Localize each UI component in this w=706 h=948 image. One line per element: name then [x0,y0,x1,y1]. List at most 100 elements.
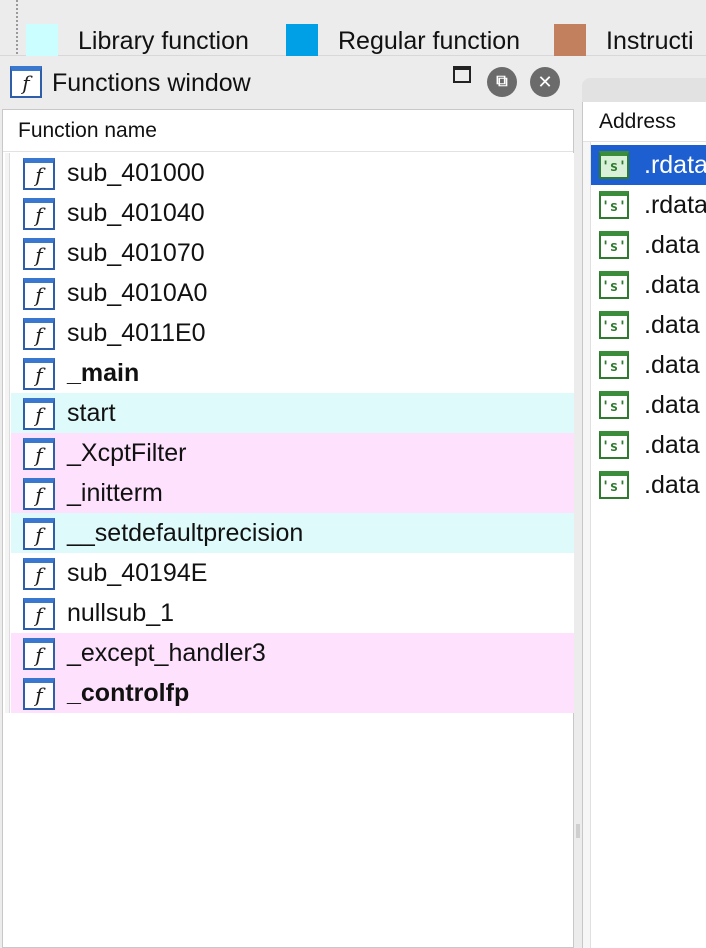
row-gutter [5,593,10,633]
function-row[interactable]: f nullsub_1 [11,593,575,633]
function-name: sub_4011E0 [67,319,206,347]
function-name: __setdefaultprecision [67,519,304,547]
close-icon: ✕ [537,71,553,92]
function-row[interactable]: f start [11,393,575,433]
address-header-label: Address [599,110,677,133]
instruction-label: Instructi [606,27,694,55]
string-row[interactable]: 's' .data [591,385,706,425]
string-icon: 's' [599,231,629,259]
row-gutter [5,353,10,393]
function-icon: f [23,198,55,230]
function-icon: f [23,238,55,270]
function-icon: f [23,158,55,190]
function-name: sub_40194E [67,559,208,587]
function-name: _controlfp [67,679,190,707]
string-row[interactable]: 's' .data [591,425,706,465]
function-row[interactable]: f _controlfp [11,673,575,713]
string-address: .data [644,271,700,299]
row-gutter [5,673,10,713]
functions-list[interactable]: Function name f sub_401000 f sub_401040 f sub… [2,109,575,948]
string-address: .data [644,431,700,459]
string-row[interactable]: 's' .data [591,225,706,265]
function-row[interactable]: f sub_40194E [11,553,575,593]
function-icon: f [23,438,55,470]
legend-bar: Library function Regular function Instru… [0,0,706,56]
row-gutter [5,313,10,353]
library-function-label: Library function [78,27,249,55]
function-name: sub_401070 [67,239,205,267]
row-gutter [5,553,10,593]
close-button[interactable]: ✕ [530,67,560,97]
address-column-header[interactable]: Address [583,102,706,142]
function-name: sub_401000 [67,159,205,187]
string-address: .data [644,231,700,259]
function-name: _main [67,359,140,387]
function-icon: f [23,478,55,510]
string-address: .data [644,311,700,339]
row-gutter [5,513,10,553]
string-icon: 's' [599,351,629,379]
function-icon: f [23,518,55,550]
string-icon: 's' [599,391,629,419]
function-icon: f [10,66,42,98]
function-name: nullsub_1 [67,599,175,627]
function-icon: f [23,558,55,590]
string-row[interactable]: 's' .rdata [591,185,706,225]
string-icon: 's' [599,431,629,459]
function-name-column-header[interactable]: Function name [3,110,573,152]
function-row[interactable]: f _except_handler3 [11,633,575,673]
function-name: _initterm [67,479,163,507]
string-row[interactable]: 's' .data [591,345,706,385]
string-address: .rdata [644,191,706,219]
string-row-selected[interactable]: 's' .rdata [591,145,706,185]
row-gutter [5,433,10,473]
function-row[interactable]: f __setdefaultprecision [11,513,575,553]
strings-gutter [583,142,591,948]
function-row[interactable]: f sub_401000 [11,153,575,193]
string-icon: 's' [599,271,629,299]
function-icon: f [23,678,55,710]
regular-function-label: Regular function [338,27,521,55]
string-address: .data [644,391,700,419]
row-gutter [5,273,10,313]
string-row[interactable]: 's' .data [591,265,706,305]
toolbar-grip[interactable] [16,0,18,56]
string-icon: 's' [599,471,629,499]
function-icon: f [23,598,55,630]
string-address: .rdata [644,151,706,179]
functions-window-title: Functions window [52,69,251,97]
string-icon: 's' [599,311,629,339]
row-gutter [5,633,10,673]
function-icon: f [23,358,55,390]
pane-splitter[interactable] [574,56,582,948]
restore-button[interactable]: ⧉ [487,67,517,97]
string-address: .data [644,351,700,379]
string-icon: 's' [599,191,629,219]
string-row[interactable]: 's' .data [591,305,706,345]
string-row[interactable]: 's' .data [591,465,706,505]
function-icon: f [23,318,55,350]
strings-tab[interactable] [582,78,706,102]
string-address: .data [644,471,700,499]
function-icon: f [23,278,55,310]
library-function-swatch [26,24,58,56]
row-gutter [5,193,10,233]
function-row[interactable]: f _XcptFilter [11,433,575,473]
function-row[interactable]: f sub_401040 [11,193,575,233]
maximize-button[interactable] [453,66,471,83]
row-gutter [5,473,10,513]
regular-function-swatch [286,24,318,56]
strings-list[interactable]: Address 's' .rdata 's' .rdata 's' .data 's' .da… [582,102,706,948]
splitter-handle[interactable] [576,824,580,838]
function-row[interactable]: f sub_401070 [11,233,575,273]
row-gutter [5,233,10,273]
function-icon: f [23,638,55,670]
function-row[interactable]: f _initterm [11,473,575,513]
function-name: sub_4010A0 [67,279,208,307]
function-icon: f [23,398,55,430]
function-row[interactable]: f sub_4011E0 [11,313,575,353]
function-row[interactable]: f _main [11,353,575,393]
function-row[interactable]: f sub_4010A0 [11,273,575,313]
function-name: _XcptFilter [67,439,187,467]
string-icon: 's' [599,151,629,179]
